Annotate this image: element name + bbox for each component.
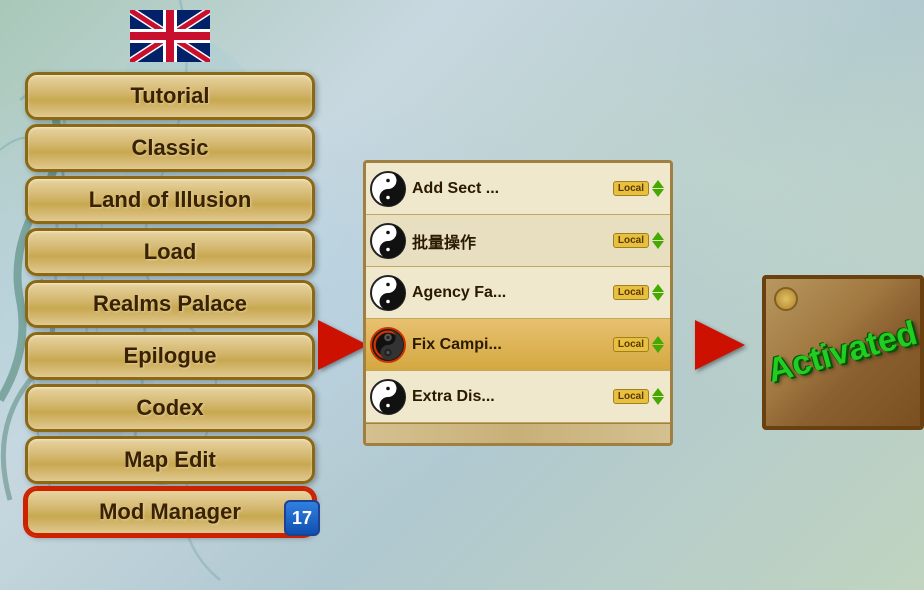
- menu-item-mod-manager-label: Mod Manager: [99, 499, 241, 525]
- menu-item-epilogue-label: Epilogue: [124, 343, 217, 369]
- right-arrow-container: [690, 320, 750, 370]
- sort-down-2[interactable]: [652, 241, 664, 249]
- sort-arrows-1[interactable]: [650, 180, 666, 197]
- mod-name-add-sect: Add Sect ...: [412, 180, 607, 198]
- menu-item-classic[interactable]: Classic: [25, 124, 315, 172]
- mod-badge-batch: Local: [613, 232, 666, 249]
- mod-badge-fix-campi: Local: [613, 336, 666, 353]
- mod-row-add-sect[interactable]: Add Sect ... Local: [366, 163, 670, 215]
- menu-item-classic-label: Classic: [131, 135, 208, 161]
- sort-down-4[interactable]: [652, 345, 664, 353]
- menu-item-realms-palace[interactable]: Realms Palace: [25, 280, 315, 328]
- left-arrow-shape: [318, 320, 368, 370]
- local-badge-4: Local: [613, 337, 649, 352]
- local-badge-5: Local: [613, 389, 649, 404]
- local-badge-1: Local: [613, 181, 649, 196]
- menu-item-realms-palace-label: Realms Palace: [93, 291, 247, 317]
- yin-yang-icon-5: [370, 379, 406, 415]
- local-badge-3: Local: [613, 285, 649, 300]
- activate-icon: [370, 327, 406, 363]
- sort-arrows-3[interactable]: [650, 284, 666, 301]
- badge-number: 17: [292, 508, 312, 529]
- activated-text: Activated: [764, 315, 922, 391]
- sort-arrows-4[interactable]: [650, 336, 666, 353]
- menu-item-map-edit[interactable]: Map Edit: [25, 436, 315, 484]
- yin-yang-icon-3: [370, 275, 406, 311]
- menu-item-mod-manager[interactable]: Mod Manager: [25, 488, 315, 536]
- mod-name-agency: Agency Fa...: [412, 284, 607, 302]
- menu-item-load[interactable]: Load: [25, 228, 315, 276]
- mod-row-batch[interactable]: 批量操作 Local: [366, 215, 670, 267]
- menu-item-codex-label: Codex: [136, 395, 203, 421]
- right-arrow-shape: [695, 320, 745, 370]
- mod-row-agency[interactable]: Agency Fa... Local: [366, 267, 670, 319]
- mod-row-extra-dis[interactable]: Extra Dis... Local: [366, 371, 670, 423]
- menu-item-tutorial[interactable]: Tutorial: [25, 72, 315, 120]
- sort-up-5[interactable]: [652, 388, 664, 396]
- menu-item-map-edit-label: Map Edit: [124, 447, 216, 473]
- sort-up-4[interactable]: [652, 336, 664, 344]
- mod-badge-extra-dis: Local: [613, 388, 666, 405]
- mod-name-batch: 批量操作: [412, 229, 607, 253]
- menu-item-land-of-illusion-label: Land of Illusion: [89, 187, 252, 213]
- sort-down-3[interactable]: [652, 293, 664, 301]
- sort-down-5[interactable]: [652, 397, 664, 405]
- activated-panel: Activated: [762, 275, 924, 430]
- sort-down-1[interactable]: [652, 189, 664, 197]
- sort-up-1[interactable]: [652, 180, 664, 188]
- menu-panel: Tutorial Classic Land of Illusion Load R…: [10, 10, 330, 536]
- menu-item-load-label: Load: [144, 239, 197, 265]
- sort-up-2[interactable]: [652, 232, 664, 240]
- yin-yang-icon-2: [370, 223, 406, 259]
- right-arrow: [690, 320, 750, 370]
- mod-panel: Add Sect ... Local 批量操作 Local: [363, 160, 673, 446]
- menu-item-epilogue[interactable]: Epilogue: [25, 332, 315, 380]
- menu-item-codex[interactable]: Codex: [25, 384, 315, 432]
- local-badge-2: Local: [613, 233, 649, 248]
- language-flag[interactable]: [130, 10, 210, 62]
- mod-badge-add-sect: Local: [613, 180, 666, 197]
- sort-arrows-5[interactable]: [650, 388, 666, 405]
- mod-badge-agency: Local: [613, 284, 666, 301]
- mod-row-fix-campi[interactable]: Fix Campi... Local: [366, 319, 670, 371]
- yin-yang-icon-1: [370, 171, 406, 207]
- sort-arrows-2[interactable]: [650, 232, 666, 249]
- mod-name-fix-campi: Fix Campi...: [412, 336, 607, 354]
- version-badge: 17: [284, 500, 320, 536]
- mod-name-extra-dis: Extra Dis...: [412, 388, 607, 406]
- sort-up-3[interactable]: [652, 284, 664, 292]
- menu-item-tutorial-label: Tutorial: [130, 83, 209, 109]
- mod-scroll-area[interactable]: [366, 423, 670, 443]
- menu-item-land-of-illusion[interactable]: Land of Illusion: [25, 176, 315, 224]
